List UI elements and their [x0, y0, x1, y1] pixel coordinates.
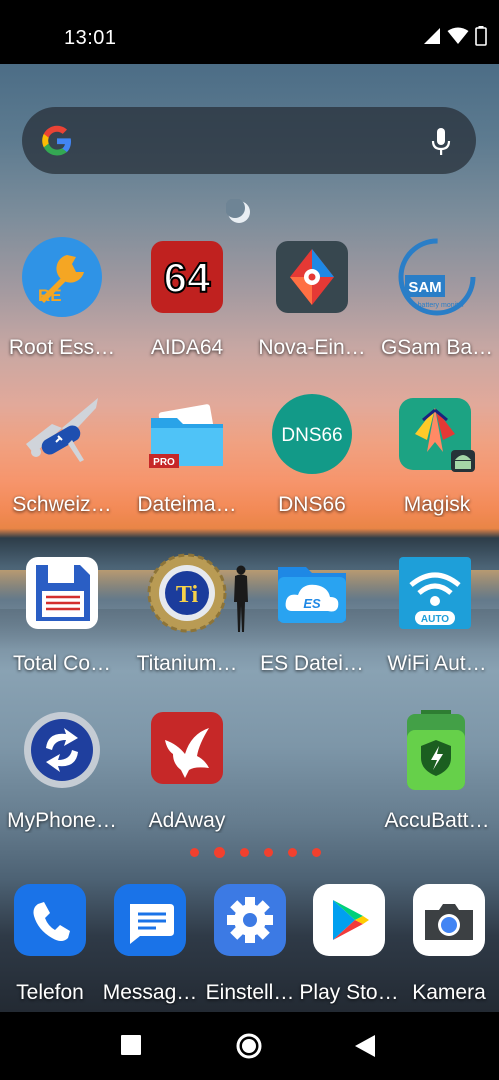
phone-icon [14, 884, 86, 956]
nova-settings-icon [276, 241, 348, 313]
gsam-battery-icon: SAM battery monitor [398, 238, 476, 316]
clock: 13:01 [64, 27, 117, 49]
app-label: Nova-Ein… [258, 336, 366, 359]
camera-icon [413, 884, 485, 956]
svg-text:Ti: Ti [176, 582, 199, 608]
app-adaway[interactable]: AdAway [125, 710, 249, 840]
settings-icon [214, 884, 286, 956]
status-bar: 13:01 [0, 0, 499, 64]
microphone-icon[interactable] [430, 127, 452, 157]
app-label: DNS66 [278, 493, 346, 516]
app-label: Kamera [412, 981, 486, 1004]
app-dns66[interactable]: DNS66 DNS66 [250, 394, 374, 524]
magisk-icon [399, 398, 475, 472]
app-label: AIDA64 [150, 336, 224, 359]
play-store-icon [313, 884, 385, 956]
app-label: AdAway [148, 809, 226, 832]
app-label: Total Co… [12, 652, 112, 675]
app-label: WiFi Aut… [387, 652, 487, 675]
page-dot [240, 848, 249, 857]
myphoneexplorer-icon [24, 712, 100, 788]
svg-text:AUTO: AUTO [421, 614, 449, 625]
app-magisk[interactable]: Magisk [375, 394, 499, 524]
titanium-backup-icon: Ti [147, 553, 227, 633]
page-dot [288, 848, 297, 857]
app-myphoneexplorer[interactable]: MyPhone… [0, 710, 124, 840]
dock-camera[interactable]: Kamera [387, 882, 499, 1012]
app-label: GSam Ba… [380, 336, 494, 359]
app-file-manager[interactable]: PRO Dateima… [125, 394, 249, 524]
dns66-icon: DNS66 [272, 394, 352, 474]
svg-text:64: 64 [164, 254, 211, 301]
swiss-knife-icon [26, 398, 98, 462]
accubattery-icon [407, 710, 465, 790]
svg-text:RE: RE [38, 286, 62, 305]
app-swiss-knife[interactable]: Schweiz… [0, 394, 124, 524]
weather-moon-icon[interactable] [226, 199, 252, 225]
home-button[interactable] [235, 1032, 263, 1060]
google-search-bar[interactable] [22, 107, 476, 174]
page-dot [190, 848, 199, 857]
page-dot [312, 848, 321, 857]
dock: Telefon Messag… Einstell… Play Sto… Kame… [0, 876, 499, 1012]
es-file-explorer-icon: ES [278, 567, 346, 623]
messages-icon [114, 884, 186, 956]
app-es-file-explorer[interactable]: ES ES Datei… [250, 553, 374, 683]
app-label: ES Datei… [260, 652, 364, 675]
page-dot [264, 848, 273, 857]
svg-text:ES: ES [303, 596, 321, 611]
adaway-icon [151, 712, 223, 784]
app-root-essentials[interactable]: RE Root Ess… [0, 237, 124, 367]
svg-text:battery monitor: battery monitor [418, 302, 465, 309]
wifi-auto-icon: AUTO [399, 557, 471, 629]
aida64-icon: 64 [151, 241, 223, 313]
wifi-icon [447, 27, 469, 44]
svg-text:DNS66: DNS66 [281, 425, 342, 446]
svg-text:PRO: PRO [153, 457, 175, 468]
app-label: Dateima… [137, 493, 237, 516]
app-accubattery[interactable]: AccuBatt… [375, 710, 499, 840]
app-gsam-battery[interactable]: SAM battery monitor GSam Ba… [375, 237, 499, 367]
app-nova-settings[interactable]: Nova-Ein… [250, 237, 374, 367]
root-essentials-icon: RE [22, 237, 102, 317]
svg-text:SAM: SAM [408, 279, 441, 296]
app-label: MyPhone… [7, 809, 117, 832]
app-label: Titanium… [136, 652, 238, 675]
app-aida64[interactable]: 64 AIDA64 [125, 237, 249, 367]
page-indicator[interactable] [190, 847, 321, 858]
total-commander-icon [26, 557, 98, 629]
cellular-signal-icon [424, 28, 440, 44]
app-label: AccuBatt… [384, 809, 490, 832]
app-label: Magisk [403, 493, 471, 516]
recents-button[interactable] [120, 1034, 142, 1056]
app-titanium-backup[interactable]: Ti Titanium… [125, 553, 249, 683]
status-icons [423, 26, 487, 46]
google-g-icon [42, 125, 71, 156]
app-label: Root Ess… [8, 336, 116, 359]
app-label: Schweiz… [12, 493, 112, 516]
navigation-bar [0, 1012, 499, 1080]
app-total-commander[interactable]: Total Co… [0, 553, 124, 683]
page-dot-active [214, 847, 225, 858]
battery-icon [475, 26, 487, 46]
file-manager-icon: PRO [149, 404, 223, 468]
back-button[interactable] [354, 1034, 376, 1058]
app-wifi-auto[interactable]: AUTO WiFi Aut… [375, 553, 499, 683]
